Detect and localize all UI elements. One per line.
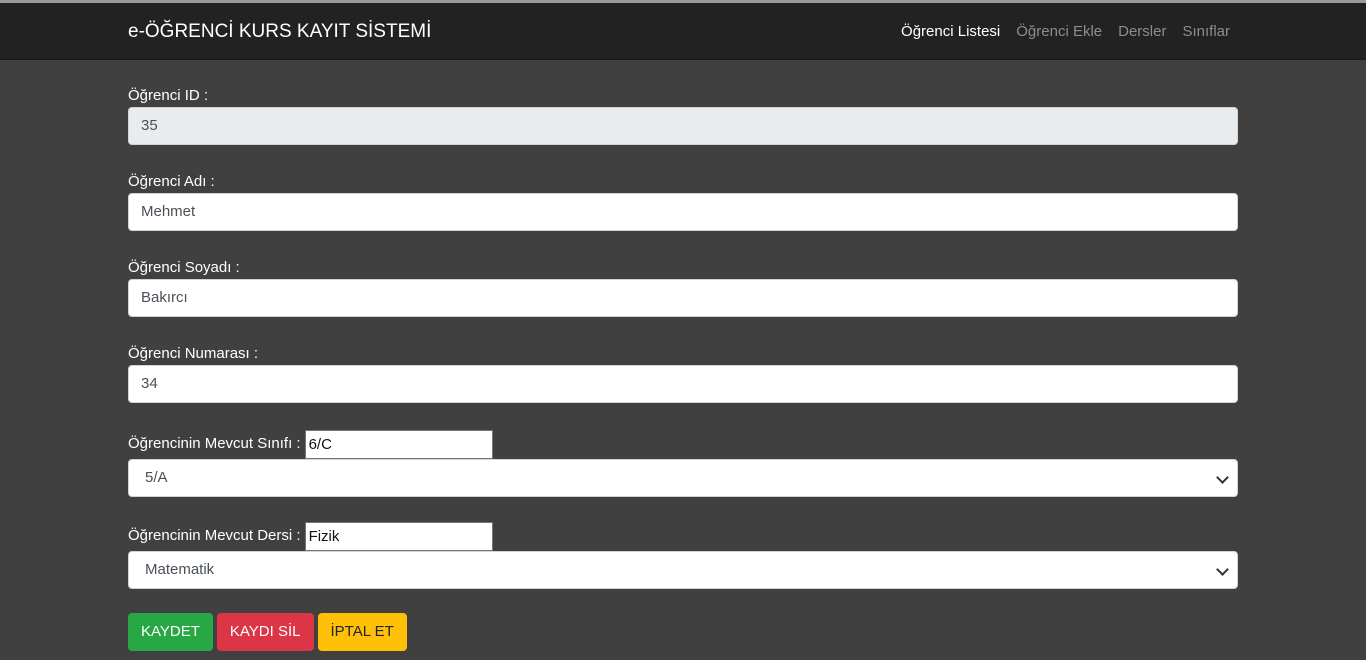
current-course-input[interactable]: Fizik (304, 521, 493, 551)
current-class-label: Öğrencinin Mevcut Sınıfı : (128, 435, 301, 452)
current-course-label: Öğrencinin Mevcut Dersi : (128, 527, 301, 544)
current-course-group: Öğrencinin Mevcut Dersi : Fizik Matemati… (128, 521, 1238, 589)
student-number-label: Öğrenci Numarası : (128, 345, 259, 362)
nav-link-ogrenci-ekle[interactable]: Öğrenci Ekle (1016, 22, 1102, 42)
current-class-row: Öğrencinin Mevcut Sınıfı : 6/C (128, 429, 1238, 459)
current-class-group: Öğrencinin Mevcut Sınıfı : 6/C 5/A (128, 429, 1238, 497)
student-number-group: Öğrenci Numarası : 34 (128, 343, 1238, 403)
student-edit-form: Öğrenci ID : 35 Öğrenci Adı : Mehmet Öğr… (128, 85, 1238, 651)
last-name-input[interactable]: Bakırcı (128, 279, 1238, 317)
last-name-label: Öğrenci Soyadı : (128, 259, 240, 276)
student-id-input: 35 (128, 107, 1238, 145)
first-name-group: Öğrenci Adı : Mehmet (128, 171, 1238, 231)
course-select[interactable]: Matematik (128, 551, 1238, 589)
chevron-down-icon (1216, 471, 1229, 484)
nav-link-ogrenci-listesi[interactable]: Öğrenci Listesi (901, 22, 1000, 42)
student-id-label: Öğrenci ID : (128, 87, 209, 104)
first-name-input[interactable]: Mehmet (128, 193, 1238, 231)
current-class-input[interactable]: 6/C (304, 429, 493, 459)
nav-link-siniflar[interactable]: Sınıflar (1182, 22, 1230, 42)
form-actions: KAYDET KAYDI SİL İPTAL ET (128, 613, 1238, 651)
student-number-input[interactable]: 34 (128, 365, 1238, 403)
course-select-value: Matematik (145, 561, 215, 578)
cancel-button[interactable]: İPTAL ET (317, 613, 407, 651)
class-select-value: 5/A (145, 469, 168, 486)
last-name-group: Öğrenci Soyadı : Bakırcı (128, 257, 1238, 317)
brand-title[interactable]: e-ÖĞRENCİ KURS KAYIT SİSTEMİ (128, 20, 431, 44)
chevron-down-icon (1216, 563, 1229, 576)
student-id-group: Öğrenci ID : 35 (128, 85, 1238, 145)
nav-menu: Öğrenci Listesi Öğrenci Ekle Dersler Sın… (901, 22, 1230, 42)
delete-button[interactable]: KAYDI SİL (216, 613, 314, 651)
first-name-label: Öğrenci Adı : (128, 173, 215, 190)
current-course-row: Öğrencinin Mevcut Dersi : Fizik (128, 521, 1238, 551)
navbar: e-ÖĞRENCİ KURS KAYIT SİSTEMİ Öğrenci Lis… (0, 3, 1366, 60)
nav-link-dersler[interactable]: Dersler (1118, 22, 1166, 42)
save-button[interactable]: KAYDET (128, 613, 213, 651)
class-select[interactable]: 5/A (128, 459, 1238, 497)
